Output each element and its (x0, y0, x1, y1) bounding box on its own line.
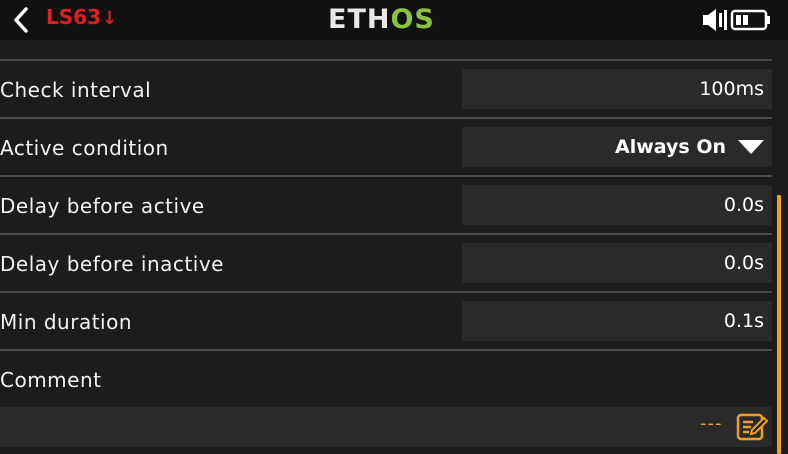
speaker-icon (703, 9, 727, 31)
min-duration-label: Min duration (0, 310, 133, 334)
edit-icon[interactable] (736, 412, 768, 442)
delay-before-active-field[interactable]: 0.0s (462, 185, 772, 225)
active-condition-dropdown[interactable]: Always On (462, 127, 772, 167)
comment-field[interactable] (0, 407, 772, 447)
delay-before-inactive-field[interactable]: 0.0s (462, 243, 772, 283)
back-arrow-icon (14, 7, 28, 33)
page-title: LS63↓ (46, 5, 117, 29)
ethos-logo: ETHOS (328, 4, 435, 35)
logo-eth: ETH (328, 4, 391, 35)
divider (0, 233, 772, 235)
logo-os: OS (390, 4, 435, 35)
delay-before-inactive-label: Delay before inactive (0, 252, 224, 276)
battery-icon (730, 9, 770, 31)
divider (0, 117, 772, 119)
status-icons (703, 9, 770, 31)
comment-placeholder: --- (700, 413, 723, 434)
check-interval-field[interactable]: 100ms (462, 69, 772, 109)
dropdown-triangle-icon (738, 140, 764, 154)
back-button[interactable] (4, 4, 38, 36)
divider (0, 59, 772, 61)
delay-before-active-label: Delay before active (0, 194, 205, 218)
title-arrow: ↓ (101, 8, 118, 29)
min-duration-value: 0.1s (723, 310, 764, 332)
page-title-text: LS63 (46, 5, 101, 29)
comment-label: Comment (0, 368, 102, 392)
scrollbar[interactable] (777, 195, 781, 454)
divider (0, 349, 772, 351)
active-condition-label: Active condition (0, 136, 169, 160)
delay-before-active-value: 0.0s (723, 194, 764, 216)
check-interval-value: 100ms (699, 78, 764, 100)
top-bar: LS63↓ ETHOS (0, 0, 788, 40)
divider (0, 291, 772, 293)
delay-before-inactive-value: 0.0s (723, 252, 764, 274)
check-interval-label: Check interval (0, 78, 152, 102)
active-condition-value: Always On (615, 136, 726, 158)
min-duration-field[interactable]: 0.1s (462, 301, 772, 341)
divider (0, 175, 772, 177)
